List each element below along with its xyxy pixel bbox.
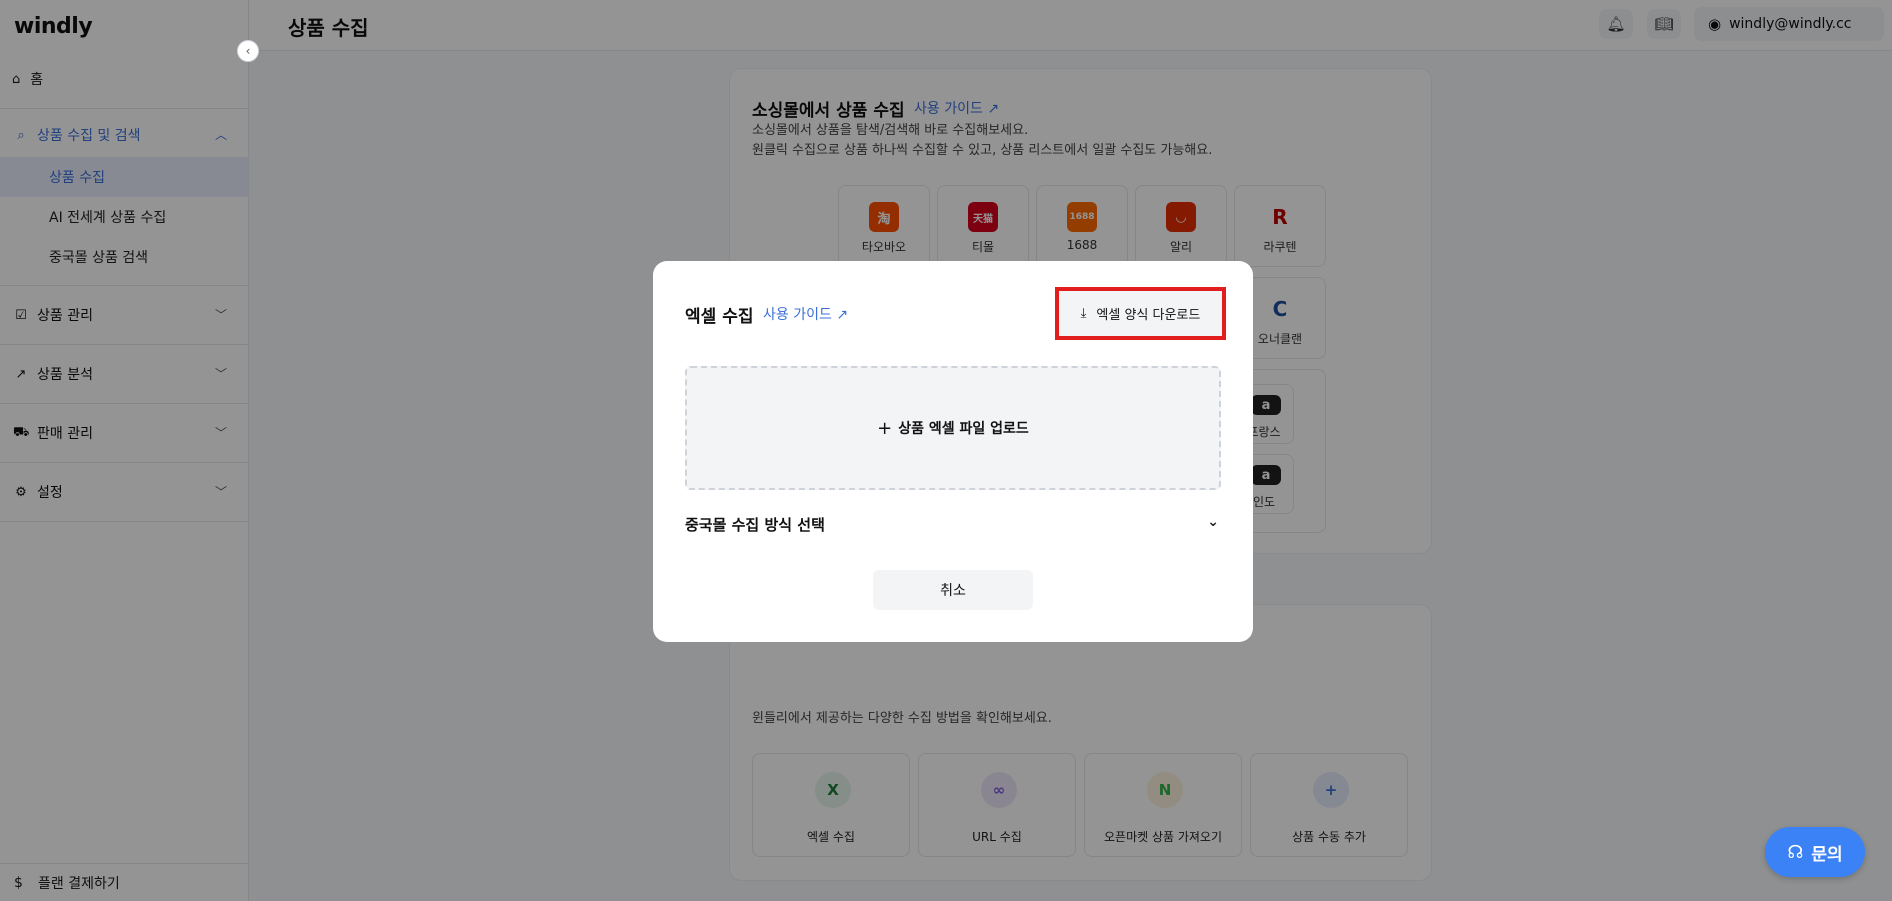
excel-upload-dropzone[interactable]: + 상품 엑셀 파일 업로드 [685,366,1221,490]
external-link-icon: ↗ [836,307,849,323]
modal-guide-link[interactable]: 사용 가이드 ↗ [763,304,848,324]
excel-template-download-button[interactable]: ⤓ 엑셀 양식 다운로드 [1055,287,1226,340]
inquiry-chat-button[interactable]: ☊ 문의 [1765,827,1865,877]
select-label: 중국몰 수집 방식 선택 [685,515,825,534]
chevron-left-icon: ‹ [245,44,251,58]
guide-link-label: 사용 가이드 [763,307,832,323]
modal-title: 엑셀 수집 [685,307,754,327]
headset-icon: ☊ [1787,841,1804,863]
download-icon: ⤓ [1080,306,1087,321]
sidebar-collapse-button[interactable]: ‹ [237,40,259,62]
upload-label: 상품 엑셀 파일 업로드 [898,421,1029,437]
chat-label: 문의 [1811,844,1843,865]
plus-icon: + [877,417,893,439]
excel-collect-modal: 엑셀 수집 사용 가이드 ↗ ⤓ 엑셀 양식 다운로드 + 상품 엑셀 파일 업… [653,261,1253,642]
china-collect-method-select[interactable]: 중국몰 수집 방식 선택 ⌄ [685,510,1221,538]
chevron-down-icon: ⌄ [1207,514,1219,530]
download-label: 엑셀 양식 다운로드 [1096,308,1201,323]
cancel-button[interactable]: 취소 [873,570,1033,610]
